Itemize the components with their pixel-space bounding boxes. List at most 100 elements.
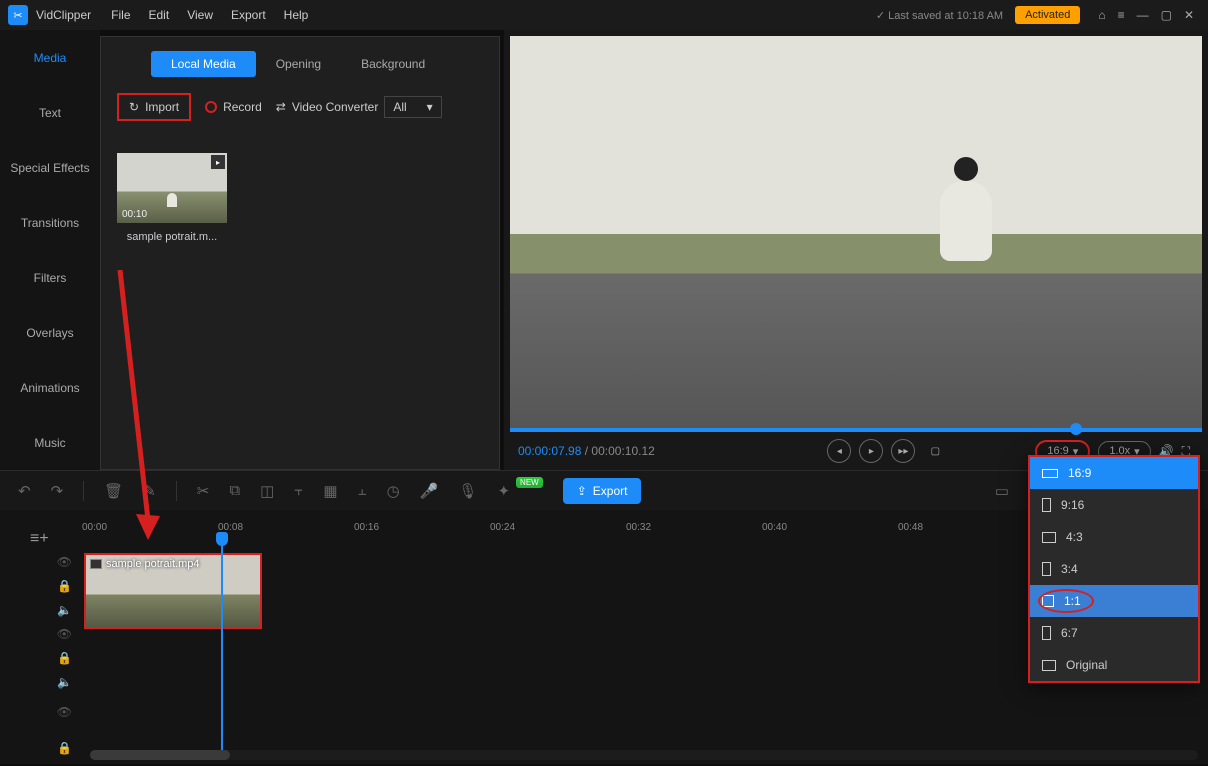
hamburger-icon[interactable]: ≡: [1118, 8, 1125, 22]
video-track-header: 👁 🔒 🔈: [0, 550, 82, 622]
cut-button[interactable]: ✂: [197, 482, 210, 500]
playhead[interactable]: [221, 538, 223, 758]
sidebar-item-music[interactable]: Music: [0, 415, 100, 470]
media-toolbar: ↻ Import Record ⇄ Video Converter All ▾: [101, 87, 499, 127]
scrollbar-thumb[interactable]: [90, 750, 230, 760]
split-button[interactable]: ⫟: [294, 482, 303, 499]
menu-view[interactable]: View: [187, 8, 213, 22]
sidebar-item-media[interactable]: Media: [0, 30, 100, 85]
export-button[interactable]: ⇪ Export: [563, 478, 642, 504]
preview-progress-bar[interactable]: [510, 428, 1202, 432]
sidebar-item-overlays[interactable]: Overlays: [0, 305, 100, 360]
menu-edit[interactable]: Edit: [149, 8, 170, 22]
ratio-icon: [1042, 469, 1058, 478]
aspect-option-6-7[interactable]: 6:7: [1030, 617, 1198, 649]
timeline-clip[interactable]: sample potrait.mp4: [84, 553, 262, 629]
ratio-icon: [1042, 498, 1051, 512]
mosaic-button[interactable]: ▦: [323, 482, 337, 500]
timecode-total: 00:00:10.12: [591, 444, 654, 458]
aspect-label: 3:4: [1061, 562, 1078, 576]
edit-tool-button[interactable]: ✎: [143, 482, 156, 500]
export-icon: ⇪: [577, 484, 587, 498]
export-label: Export: [593, 484, 628, 498]
preview-panel: 00:00:07.98 / 00:00:10.12 ◂ ▸ ▸▸ ▢ 16:9 …: [504, 30, 1208, 470]
minimize-icon[interactable]: —: [1137, 8, 1149, 22]
overlay-track-header: 👁 🔒 🔈: [0, 622, 82, 694]
mic-button[interactable]: 🎤: [420, 482, 439, 500]
timecode-current: 00:00:07.98: [518, 444, 581, 458]
visibility-icon[interactable]: 👁: [57, 555, 72, 569]
fit-button[interactable]: ▭: [995, 482, 1009, 500]
timeline-toolbar: ↶ ↷ 🗑 ✎ ✂ ⧉ ◫ ⫟ ▦ ⫠ ◷ 🎤 🎙 ✦ NEW ⇪ Export…: [0, 470, 1208, 510]
aspect-option-16-9[interactable]: 16:9: [1030, 457, 1198, 489]
lock-icon[interactable]: 🔒: [57, 651, 72, 665]
next-frame-button[interactable]: ▸▸: [891, 439, 915, 463]
media-clip-thumbnail[interactable]: 00:10 ▸ sample potrait.m...: [117, 153, 227, 243]
delete-button[interactable]: 🗑: [104, 482, 123, 500]
lock-icon[interactable]: 🔒: [57, 579, 72, 593]
clip-label: sample potrait.mp4: [90, 558, 200, 570]
ruler-tick: 00:48: [898, 522, 923, 533]
effects-button[interactable]: ✦: [497, 482, 510, 500]
horizontal-scrollbar[interactable]: [90, 750, 1198, 760]
tab-opening[interactable]: Opening: [256, 51, 341, 77]
sidebar-item-transitions[interactable]: Transitions: [0, 195, 100, 250]
copy-button[interactable]: ⧉: [229, 482, 240, 499]
redo-button[interactable]: ↷: [51, 482, 64, 500]
ruler-tick: 00:16: [354, 522, 379, 533]
progress-knob[interactable]: [1070, 423, 1082, 435]
home-icon[interactable]: ⌂: [1098, 8, 1105, 22]
aspect-option-3-4[interactable]: 3:4: [1030, 553, 1198, 585]
lock-icon[interactable]: 🔒: [57, 741, 72, 755]
ratio-icon: [1042, 626, 1051, 640]
app-name: VidClipper: [36, 8, 91, 22]
visibility-icon[interactable]: 👁: [57, 627, 72, 641]
filter-all-label: All: [393, 100, 406, 114]
tab-local-media[interactable]: Local Media: [151, 51, 256, 77]
close-icon[interactable]: ✕: [1184, 8, 1194, 22]
add-track-button[interactable]: ≡+: [30, 530, 49, 548]
snapshot-button[interactable]: ▢: [923, 439, 947, 463]
text-track-header: 👁 🔒: [0, 694, 82, 766]
undo-button[interactable]: ↶: [18, 482, 31, 500]
prev-frame-button[interactable]: ◂: [827, 439, 851, 463]
video-converter-button[interactable]: ⇄ Video Converter: [276, 100, 379, 114]
preview-viewport[interactable]: [510, 36, 1202, 432]
sidebar-item-text[interactable]: Text: [0, 85, 100, 140]
maximize-icon[interactable]: ▢: [1161, 8, 1172, 22]
menu-help[interactable]: Help: [284, 8, 309, 22]
activated-badge[interactable]: Activated: [1015, 6, 1080, 24]
sidebar-item-animations[interactable]: Animations: [0, 360, 100, 415]
aspect-label: 4:3: [1066, 530, 1083, 544]
menu-export[interactable]: Export: [231, 8, 266, 22]
filter-all-dropdown[interactable]: All ▾: [384, 96, 441, 118]
play-button[interactable]: ▸: [859, 439, 883, 463]
new-badge: NEW: [516, 477, 543, 488]
sidebar-item-filters[interactable]: Filters: [0, 250, 100, 305]
app-logo: ✂: [8, 5, 28, 25]
crop-button[interactable]: ◫: [260, 482, 274, 500]
sidebar-item-special-effects[interactable]: Special Effects: [0, 140, 100, 195]
aspect-option-4-3[interactable]: 4:3: [1030, 521, 1198, 553]
visibility-icon[interactable]: 👁: [57, 705, 72, 719]
mute-icon[interactable]: 🔈: [57, 603, 72, 617]
mute-icon[interactable]: 🔈: [57, 675, 72, 689]
highlight-oval: [1038, 589, 1094, 613]
aspect-option-9-16[interactable]: 9:16: [1030, 489, 1198, 521]
media-tabs: Local Media Opening Background: [101, 37, 499, 87]
aspect-ratio-menu: 16:9 9:16 4:3 3:4 1:1 6:7 Original: [1028, 455, 1200, 683]
menu-file[interactable]: File: [111, 8, 130, 22]
ratio-icon: [1042, 532, 1056, 543]
record-button[interactable]: Record: [197, 95, 270, 119]
timer-button[interactable]: ◷: [387, 482, 400, 500]
stats-button[interactable]: ⫠: [358, 482, 367, 499]
tab-background[interactable]: Background: [341, 51, 445, 77]
ruler-tick: 00:32: [626, 522, 651, 533]
aspect-option-1-1[interactable]: 1:1: [1030, 585, 1198, 617]
clip-name: sample potrait.mp4: [106, 558, 200, 570]
tts-button[interactable]: 🎙: [458, 482, 477, 500]
ratio-icon: [1042, 660, 1056, 671]
ruler-tick: 00:00: [82, 522, 107, 533]
import-button[interactable]: ↻ Import: [117, 93, 191, 121]
aspect-option-original[interactable]: Original: [1030, 649, 1198, 681]
